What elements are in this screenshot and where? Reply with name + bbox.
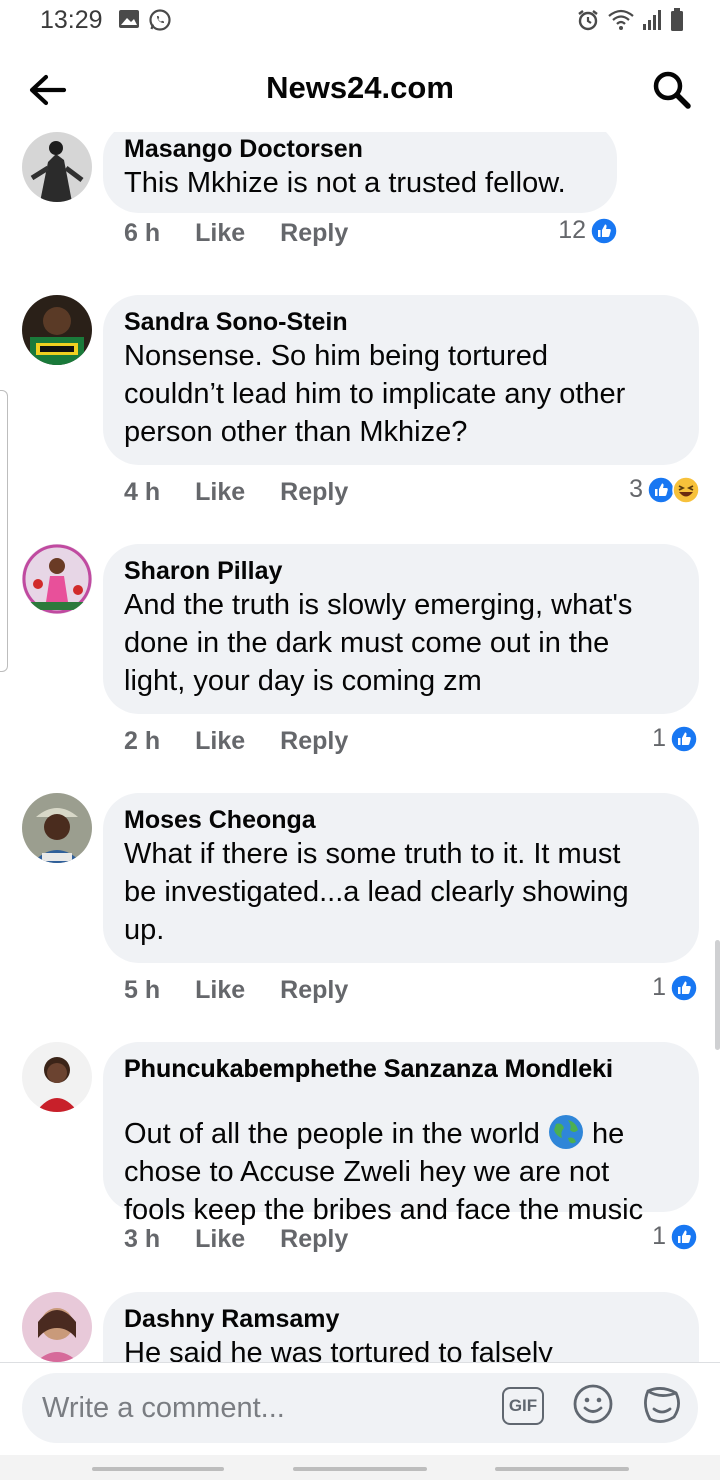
like-reaction-icon [670,973,698,1002]
comment-author[interactable]: Phuncukabemphethe Sanzanza Mondleki [124,1054,613,1084]
avatar-image [22,544,92,614]
comment-text: Nonsense. So him being tortured couldn’t… [124,340,626,448]
comment-time: 5 h [124,976,161,1004]
comment-author[interactable]: Masango Doctorsen [124,134,597,164]
avatar[interactable] [22,132,92,202]
top-bar: News24.com [0,44,720,132]
reaction-summary[interactable]: 1 [652,973,698,1002]
reaction-count: 1 [652,1222,666,1250]
reaction-summary[interactable]: 1 [652,724,698,753]
comment-text: This Mkhize is not a trusted fellow. [124,167,566,199]
status-system-icons [576,8,684,32]
comment-bubble[interactable]: Dashny Ramsamy He said he was tortured t… [103,1292,699,1362]
like-reaction-icon [647,475,675,504]
comment-bubble[interactable]: Sharon Pillay And the truth is slowly em… [103,544,699,714]
gif-button[interactable]: GIF [502,1387,544,1425]
comment-input[interactable] [42,1385,502,1431]
nav-back-button[interactable] [495,1467,629,1471]
alarm-icon [578,10,598,31]
haha-reaction-icon [672,475,700,504]
like-button[interactable]: Like [195,1225,245,1254]
whatsapp-notification-icon [149,9,171,31]
avatar[interactable] [22,793,92,863]
like-reaction-icon [590,216,618,245]
comment-actions: 3 h Like Reply [124,1225,348,1254]
comment-bubble[interactable]: Masango Doctorsen This Mkhize is not a t… [103,132,617,213]
status-notifications [118,8,172,32]
reply-button[interactable]: Reply [280,219,348,248]
comment-author[interactable]: Moses Cheonga [124,805,679,835]
comment-actions: 5 h Like Reply [124,976,348,1005]
reply-button[interactable]: Reply [280,976,348,1005]
comment-composer-area: GIF [0,1362,720,1480]
comment-text-part: Out of all the people in the world [124,1118,540,1150]
comment-actions: 6 h Like Reply [124,219,348,248]
search-button[interactable] [648,66,696,114]
nav-home-button[interactable] [293,1467,427,1471]
search-icon [653,71,691,109]
comment-author[interactable]: Sharon Pillay [124,556,679,586]
like-button[interactable]: Like [195,478,245,507]
comment-author[interactable]: Dashny Ramsamy [124,1304,679,1334]
nav-recents-button[interactable] [92,1467,224,1471]
reaction-count: 12 [558,216,586,244]
smiley-icon [573,1384,613,1424]
reaction-summary[interactable]: 3 [629,475,700,504]
comment-time: 4 h [124,478,161,506]
sticker-icon [644,1387,680,1423]
reaction-summary[interactable]: 12 [558,216,618,245]
like-button[interactable]: Like [195,976,245,1005]
battery-icon [671,8,683,31]
comments-list[interactable]: Masango Doctorsen This Mkhize is not a t… [0,132,720,1362]
comment-actions: 2 h Like Reply [124,727,348,756]
reply-button[interactable]: Reply [280,1225,348,1254]
comment-actions: 4 h Like Reply [124,478,348,507]
system-navigation-bar [0,1455,720,1480]
avatar-image [22,793,92,863]
emoji-button[interactable] [572,1383,614,1425]
reply-button[interactable]: Reply [280,478,348,507]
avatar[interactable] [22,544,92,614]
avatar[interactable] [22,295,92,365]
comment-text: He said he was tortured to falsely [124,1337,553,1362]
comment-time: 3 h [124,1225,161,1253]
comment-bubble[interactable]: Phuncukabemphethe Sanzanza Mondleki Out … [103,1042,699,1226]
comment-composer[interactable]: GIF [22,1373,698,1443]
reaction-count: 3 [629,475,643,503]
reaction-count: 1 [652,724,666,752]
globe-emoji-icon [549,1115,583,1149]
like-button[interactable]: Like [195,727,245,756]
avatar[interactable] [22,1292,92,1362]
sticker-button[interactable] [640,1383,684,1427]
signal-icon [643,10,661,30]
reaction-summary[interactable]: 1 [652,1222,698,1251]
scrollbar[interactable] [715,940,720,1050]
status-bar: 13:29 [0,0,720,44]
comment-time: 2 h [124,727,161,755]
status-time: 13:29 [40,6,103,34]
avatar-image [22,295,92,365]
comment-author[interactable]: Sandra Sono-Stein [124,307,679,337]
comment-bubble[interactable]: Sandra Sono-Stein Nonsense. So him being… [103,295,699,465]
wifi-icon [608,9,634,30]
avatar-image [22,132,92,202]
comment-time: 6 h [124,219,161,247]
comment-text: Out of all the people in the world he ch… [124,1114,679,1229]
comment-text: What if there is some truth to it. It mu… [124,838,629,946]
avatar-image [22,1042,92,1112]
avatar[interactable] [22,1042,92,1112]
avatar-image [22,1292,92,1362]
edge-panel-handle[interactable] [0,390,8,672]
gallery-notification-icon [119,10,139,28]
like-button[interactable]: Like [195,219,245,248]
comment-text: And the truth is slowly emerging, what's… [124,589,633,697]
like-reaction-icon [670,724,698,753]
reply-button[interactable]: Reply [280,727,348,756]
reaction-count: 1 [652,973,666,1001]
comment-bubble[interactable]: Moses Cheonga What if there is some trut… [103,793,699,963]
like-reaction-icon [670,1222,698,1251]
page-title: News24.com [266,70,454,105]
